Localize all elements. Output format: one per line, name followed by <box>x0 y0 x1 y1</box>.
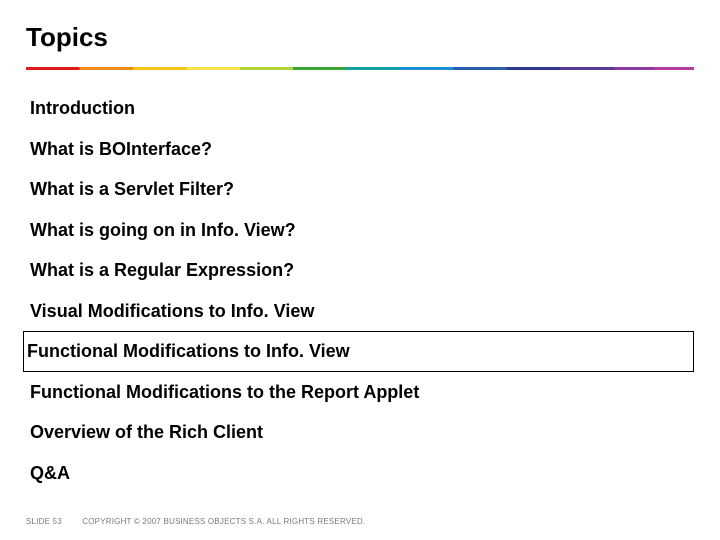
topic-item: What is going on in Info. View? <box>26 210 694 251</box>
topic-item: Q&A <box>26 453 694 494</box>
topic-item: What is BOInterface? <box>26 129 694 170</box>
slide-title: Topics <box>26 22 694 53</box>
topic-item: Functional Modifications to the Report A… <box>26 372 694 413</box>
slide: Topics Introduction What is BOInterface?… <box>0 0 720 540</box>
divider-rainbow <box>26 67 694 70</box>
topics-list: Introduction What is BOInterface? What i… <box>26 88 694 493</box>
topic-item: What is a Servlet Filter? <box>26 169 694 210</box>
topic-item: What is a Regular Expression? <box>26 250 694 291</box>
topic-item-current: Functional Modifications to Info. View <box>23 331 694 372</box>
slide-footer: SLIDE 53 COPYRIGHT © 2007 BUSINESS OBJEC… <box>26 517 365 526</box>
topic-item: Overview of the Rich Client <box>26 412 694 453</box>
topic-item: Introduction <box>26 88 694 129</box>
slide-number: SLIDE 53 <box>26 517 62 526</box>
copyright-text: COPYRIGHT © 2007 BUSINESS OBJECTS S.A. A… <box>82 517 365 526</box>
topic-item: Visual Modifications to Info. View <box>26 291 694 332</box>
